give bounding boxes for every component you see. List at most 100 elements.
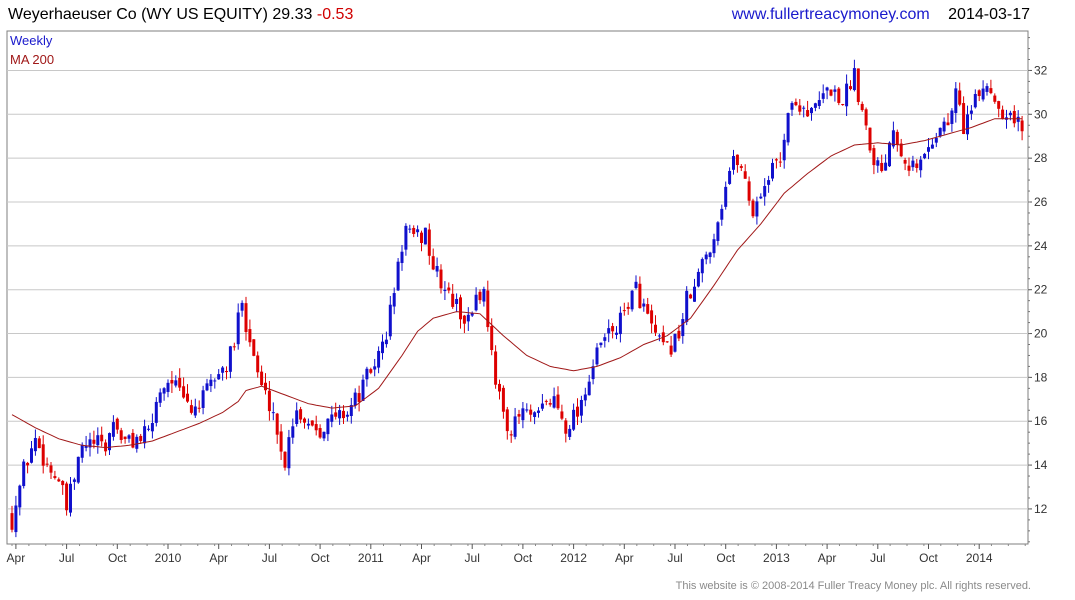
candle-body: [1008, 112, 1012, 116]
candle-body: [856, 68, 860, 102]
candle-body: [271, 412, 275, 414]
y-tick-label: 26: [1034, 195, 1048, 209]
candle-body: [92, 439, 96, 444]
x-tick-label: Apr: [209, 551, 228, 565]
x-tick-label: 2010: [155, 551, 182, 565]
candle-body: [80, 444, 84, 458]
candle-body: [443, 289, 447, 292]
candle: [685, 286, 689, 326]
x-tick-label: Jul: [262, 551, 277, 565]
candle-body: [143, 426, 147, 444]
candle-body: [790, 103, 794, 110]
candle-body: [279, 431, 283, 452]
candle-body: [513, 416, 517, 437]
candle: [786, 112, 790, 146]
candle-body: [599, 342, 603, 346]
candle-body: [700, 259, 704, 274]
candle-body: [583, 394, 587, 401]
candle: [751, 198, 755, 219]
candle-body: [435, 265, 439, 272]
candle-body: [919, 159, 923, 171]
candle-body: [314, 424, 318, 431]
candle-body: [533, 412, 537, 417]
candle-body: [353, 392, 357, 406]
candle-body: [657, 335, 661, 337]
candle-body: [685, 290, 689, 322]
candle-body: [997, 101, 1001, 109]
candle-body: [880, 162, 884, 172]
candle-body: [264, 382, 267, 391]
candle-body: [903, 159, 907, 164]
x-tick-label: 2011: [358, 551, 384, 565]
candle-body: [810, 107, 813, 114]
candle-body: [248, 329, 252, 343]
candle-body: [244, 303, 248, 332]
candle-body: [287, 437, 291, 469]
candle-body: [767, 180, 771, 185]
candle-body: [813, 103, 817, 108]
candle-body: [654, 324, 657, 333]
x-tick-label: Oct: [311, 551, 330, 565]
candle-body: [564, 420, 568, 434]
candle-body: [260, 371, 264, 386]
candle-body: [240, 302, 244, 311]
candle-body: [607, 328, 611, 334]
x-tick-label: Jul: [465, 551, 480, 565]
candle-body: [334, 412, 338, 417]
candle-body: [630, 290, 634, 310]
candle-body: [217, 374, 221, 380]
candle-body: [357, 393, 361, 402]
candle-body: [45, 463, 49, 465]
candle-body: [166, 382, 170, 392]
candle-body: [439, 269, 443, 289]
candle-body: [1012, 110, 1016, 124]
candle-body: [934, 137, 938, 143]
candle-body: [774, 159, 778, 161]
candle-body: [174, 380, 178, 386]
candle-body: [778, 161, 782, 163]
x-tick-label: 2013: [763, 551, 790, 565]
candle-body: [76, 456, 80, 483]
candle-body: [665, 341, 669, 343]
candle-body: [65, 483, 69, 511]
candle: [868, 127, 872, 153]
candle-body: [689, 294, 693, 299]
candle-body: [193, 406, 197, 416]
candle-body: [759, 196, 763, 199]
x-tick-label: 2014: [966, 551, 993, 565]
candle-body: [618, 312, 622, 335]
candle-body: [716, 222, 720, 241]
candle-body: [927, 147, 930, 152]
x-tick-label: Apr: [818, 551, 837, 565]
candle-body: [735, 154, 739, 166]
candle-body: [30, 448, 33, 463]
y-tick-label: 28: [1034, 151, 1048, 165]
candle-body: [221, 367, 225, 373]
candle-body: [451, 293, 455, 307]
candle-body: [907, 165, 911, 171]
y-tick-label: 14: [1034, 458, 1048, 472]
candle-body: [33, 437, 37, 452]
candle-body: [318, 428, 322, 438]
candle-body: [724, 186, 728, 207]
y-tick-label: 24: [1034, 239, 1048, 253]
candle-body: [825, 87, 829, 91]
candle-body: [131, 432, 135, 448]
candle-body: [10, 513, 14, 530]
candle: [252, 339, 256, 357]
candle-body: [611, 326, 615, 332]
candle-body: [462, 315, 466, 324]
candle-body: [326, 418, 330, 435]
candle-body: [708, 252, 712, 258]
candle-body: [568, 428, 572, 437]
candle-body: [615, 332, 618, 335]
candle-body: [256, 355, 260, 373]
candle-body: [587, 381, 591, 396]
candle-body: [829, 89, 833, 96]
candle-body: [447, 287, 451, 291]
y-tick-label: 30: [1034, 107, 1048, 121]
candle-body: [544, 400, 548, 402]
candle-body: [377, 350, 381, 368]
candle-body: [295, 410, 299, 425]
candle-body: [852, 68, 856, 91]
